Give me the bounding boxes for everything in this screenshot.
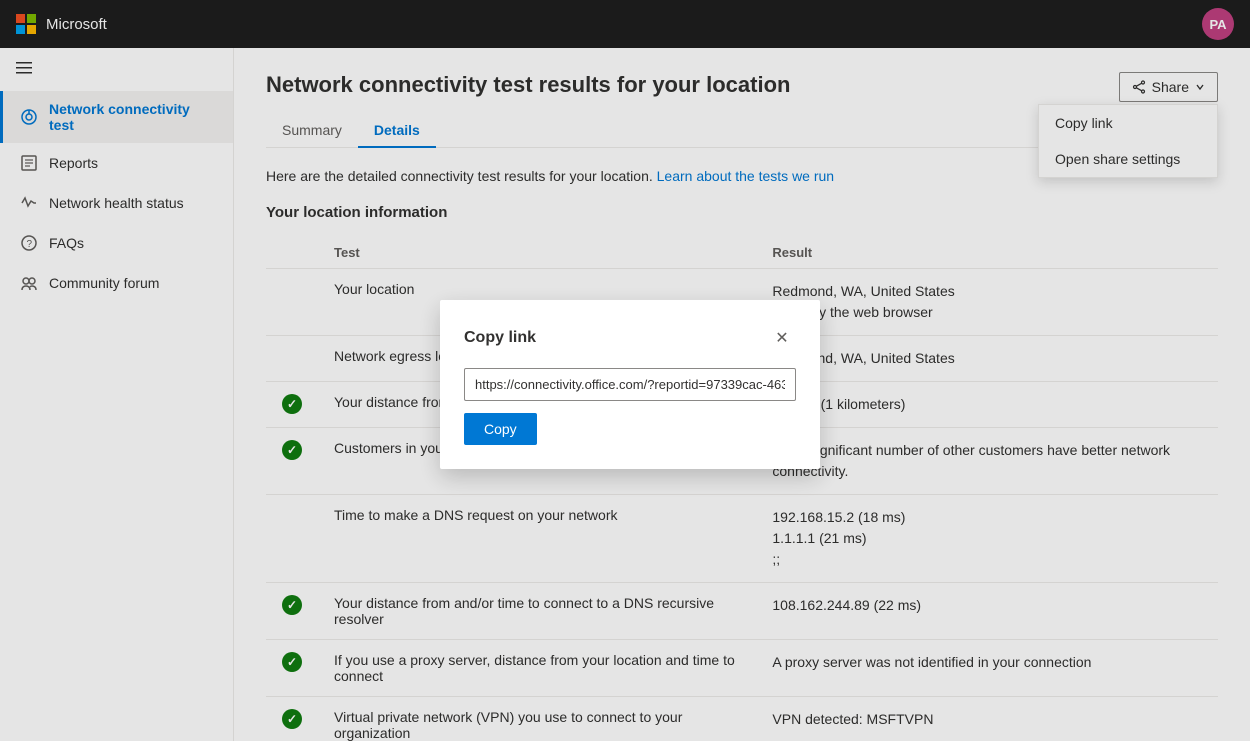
copy-link-modal: Copy link ✕ Copy	[440, 300, 820, 469]
modal-url-input[interactable]	[464, 368, 796, 401]
modal-close-button[interactable]: ✕	[768, 324, 796, 352]
modal-copy-button[interactable]: Copy	[464, 413, 537, 445]
modal-header: Copy link ✕	[464, 324, 796, 352]
modal-title: Copy link	[464, 329, 536, 347]
modal-overlay: Copy link ✕ Copy	[0, 0, 1250, 741]
